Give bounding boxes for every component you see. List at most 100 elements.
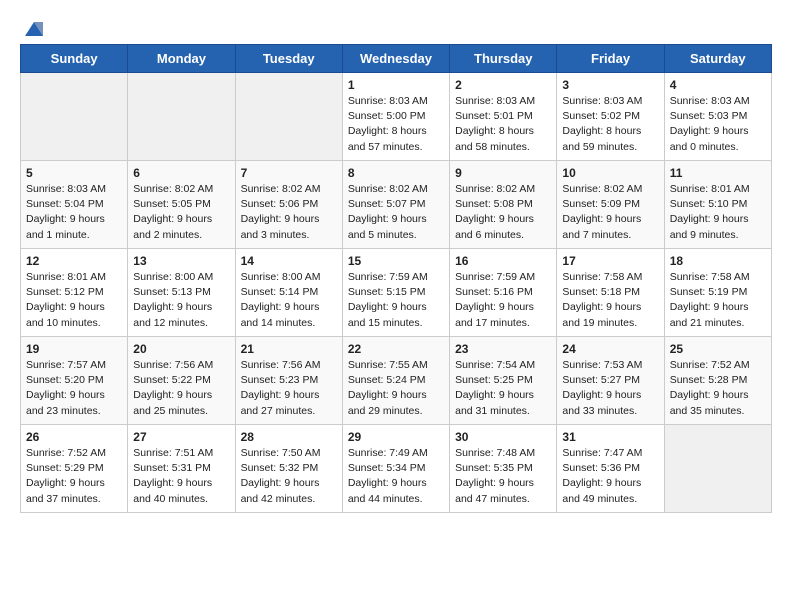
day-info: Sunrise: 8:00 AMSunset: 5:14 PMDaylight:… [241,270,337,331]
day-number: 8 [348,166,444,180]
day-number: 2 [455,78,551,92]
calendar-cell: 6 Sunrise: 8:02 AMSunset: 5:05 PMDaylight… [128,161,235,249]
day-info: Sunrise: 8:03 AMSunset: 5:03 PMDaylight:… [670,94,766,155]
calendar-cell: 22 Sunrise: 7:55 AMSunset: 5:24 PMDayligh… [342,337,449,425]
day-info: Sunrise: 7:58 AMSunset: 5:19 PMDaylight:… [670,270,766,331]
day-info: Sunrise: 7:52 AMSunset: 5:29 PMDaylight:… [26,446,122,507]
day-info: Sunrise: 8:03 AMSunset: 5:01 PMDaylight:… [455,94,551,155]
calendar-cell: 17 Sunrise: 7:58 AMSunset: 5:18 PMDayligh… [557,249,664,337]
calendar-cell: 3 Sunrise: 8:03 AMSunset: 5:02 PMDaylight… [557,73,664,161]
calendar-cell: 15 Sunrise: 7:59 AMSunset: 5:15 PMDayligh… [342,249,449,337]
day-number: 4 [670,78,766,92]
day-number: 26 [26,430,122,444]
calendar-cell: 24Sunrise: 7:53 AMSunset: 5:27 PMDayligh… [557,337,664,425]
day-info: Sunrise: 8:02 AMSunset: 5:07 PMDaylight:… [348,182,444,243]
day-info: Sunrise: 7:57 AMSunset: 5:20 PMDaylight:… [26,358,122,419]
day-info: Sunrise: 8:01 AMSunset: 5:10 PMDaylight:… [670,182,766,243]
calendar-cell: 8 Sunrise: 8:02 AMSunset: 5:07 PMDaylight… [342,161,449,249]
calendar-cell: 28 Sunrise: 7:50 AMSunset: 5:32 PMDayligh… [235,425,342,513]
day-number: 31 [562,430,658,444]
day-number: 22 [348,342,444,356]
day-info: Sunrise: 8:03 AMSunset: 5:02 PMDaylight:… [562,94,658,155]
calendar-week-row: 26 Sunrise: 7:52 AMSunset: 5:29 PMDayligh… [21,425,772,513]
calendar-cell: 19 Sunrise: 7:57 AMSunset: 5:20 PMDayligh… [21,337,128,425]
calendar-cell: 25 Sunrise: 7:52 AMSunset: 5:28 PMDayligh… [664,337,771,425]
day-number: 17 [562,254,658,268]
day-number: 21 [241,342,337,356]
calendar-cell [21,73,128,161]
header [20,18,772,34]
weekday-header-thursday: Thursday [450,45,557,73]
day-number: 11 [670,166,766,180]
day-number: 6 [133,166,229,180]
calendar-week-row: 5 Sunrise: 8:03 AMSunset: 5:04 PMDaylight… [21,161,772,249]
day-info: Sunrise: 8:02 AMSunset: 5:09 PMDaylight:… [562,182,658,243]
calendar-cell [128,73,235,161]
day-info: Sunrise: 8:00 AMSunset: 5:13 PMDaylight:… [133,270,229,331]
weekday-header-wednesday: Wednesday [342,45,449,73]
day-number: 3 [562,78,658,92]
calendar-cell [235,73,342,161]
calendar-cell: 26 Sunrise: 7:52 AMSunset: 5:29 PMDayligh… [21,425,128,513]
calendar-cell: 2 Sunrise: 8:03 AMSunset: 5:01 PMDaylight… [450,73,557,161]
day-info: Sunrise: 7:50 AMSunset: 5:32 PMDaylight:… [241,446,337,507]
day-number: 19 [26,342,122,356]
day-info: Sunrise: 7:55 AMSunset: 5:24 PMDaylight:… [348,358,444,419]
day-number: 30 [455,430,551,444]
calendar-week-row: 12 Sunrise: 8:01 AMSunset: 5:12 PMDayligh… [21,249,772,337]
day-info: Sunrise: 7:51 AMSunset: 5:31 PMDaylight:… [133,446,229,507]
calendar-cell: 14 Sunrise: 8:00 AMSunset: 5:14 PMDayligh… [235,249,342,337]
day-number: 29 [348,430,444,444]
calendar-cell: 11 Sunrise: 8:01 AMSunset: 5:10 PMDayligh… [664,161,771,249]
day-number: 23 [455,342,551,356]
day-info: Sunrise: 8:02 AMSunset: 5:05 PMDaylight:… [133,182,229,243]
day-info: Sunrise: 7:52 AMSunset: 5:28 PMDaylight:… [670,358,766,419]
calendar-week-row: 1 Sunrise: 8:03 AMSunset: 5:00 PMDaylight… [21,73,772,161]
day-info: Sunrise: 8:03 AMSunset: 5:04 PMDaylight:… [26,182,122,243]
weekday-header-row: SundayMondayTuesdayWednesdayThursdayFrid… [21,45,772,73]
calendar-cell: 23 Sunrise: 7:54 AMSunset: 5:25 PMDayligh… [450,337,557,425]
day-number: 5 [26,166,122,180]
day-info: Sunrise: 7:56 AMSunset: 5:22 PMDaylight:… [133,358,229,419]
day-info: Sunrise: 7:53 AMSunset: 5:27 PMDaylight:… [562,358,658,419]
day-number: 27 [133,430,229,444]
calendar-cell: 7Sunrise: 8:02 AMSunset: 5:06 PMDaylight… [235,161,342,249]
calendar-cell: 18Sunrise: 7:58 AMSunset: 5:19 PMDayligh… [664,249,771,337]
calendar-cell: 27 Sunrise: 7:51 AMSunset: 5:31 PMDayligh… [128,425,235,513]
day-number: 28 [241,430,337,444]
day-info: Sunrise: 8:02 AMSunset: 5:08 PMDaylight:… [455,182,551,243]
day-info: Sunrise: 7:59 AMSunset: 5:15 PMDaylight:… [348,270,444,331]
day-number: 25 [670,342,766,356]
day-info: Sunrise: 7:49 AMSunset: 5:34 PMDaylight:… [348,446,444,507]
day-number: 14 [241,254,337,268]
calendar-cell: 4 Sunrise: 8:03 AMSunset: 5:03 PMDaylight… [664,73,771,161]
day-info: Sunrise: 7:54 AMSunset: 5:25 PMDaylight:… [455,358,551,419]
day-number: 15 [348,254,444,268]
weekday-header-tuesday: Tuesday [235,45,342,73]
day-number: 10 [562,166,658,180]
day-info: Sunrise: 7:58 AMSunset: 5:18 PMDaylight:… [562,270,658,331]
calendar-cell: 30 Sunrise: 7:48 AMSunset: 5:35 PMDayligh… [450,425,557,513]
weekday-header-saturday: Saturday [664,45,771,73]
day-info: Sunrise: 7:59 AMSunset: 5:16 PMDaylight:… [455,270,551,331]
logo-icon [23,18,45,40]
calendar-cell [664,425,771,513]
calendar-table: SundayMondayTuesdayWednesdayThursdayFrid… [20,44,772,513]
page: SundayMondayTuesdayWednesdayThursdayFrid… [0,0,792,531]
day-info: Sunrise: 8:03 AMSunset: 5:00 PMDaylight:… [348,94,444,155]
weekday-header-friday: Friday [557,45,664,73]
calendar-cell: 31 Sunrise: 7:47 AMSunset: 5:36 PMDayligh… [557,425,664,513]
day-info: Sunrise: 8:02 AMSunset: 5:06 PMDaylight:… [241,182,337,243]
day-info: Sunrise: 8:01 AMSunset: 5:12 PMDaylight:… [26,270,122,331]
day-number: 12 [26,254,122,268]
weekday-header-monday: Monday [128,45,235,73]
day-info: Sunrise: 7:56 AMSunset: 5:23 PMDaylight:… [241,358,337,419]
calendar-cell: 1 Sunrise: 8:03 AMSunset: 5:00 PMDaylight… [342,73,449,161]
day-info: Sunrise: 7:47 AMSunset: 5:36 PMDaylight:… [562,446,658,507]
day-number: 1 [348,78,444,92]
calendar-cell: 21 Sunrise: 7:56 AMSunset: 5:23 PMDayligh… [235,337,342,425]
calendar-cell: 13 Sunrise: 8:00 AMSunset: 5:13 PMDayligh… [128,249,235,337]
day-info: Sunrise: 7:48 AMSunset: 5:35 PMDaylight:… [455,446,551,507]
calendar-cell: 12 Sunrise: 8:01 AMSunset: 5:12 PMDayligh… [21,249,128,337]
day-number: 13 [133,254,229,268]
